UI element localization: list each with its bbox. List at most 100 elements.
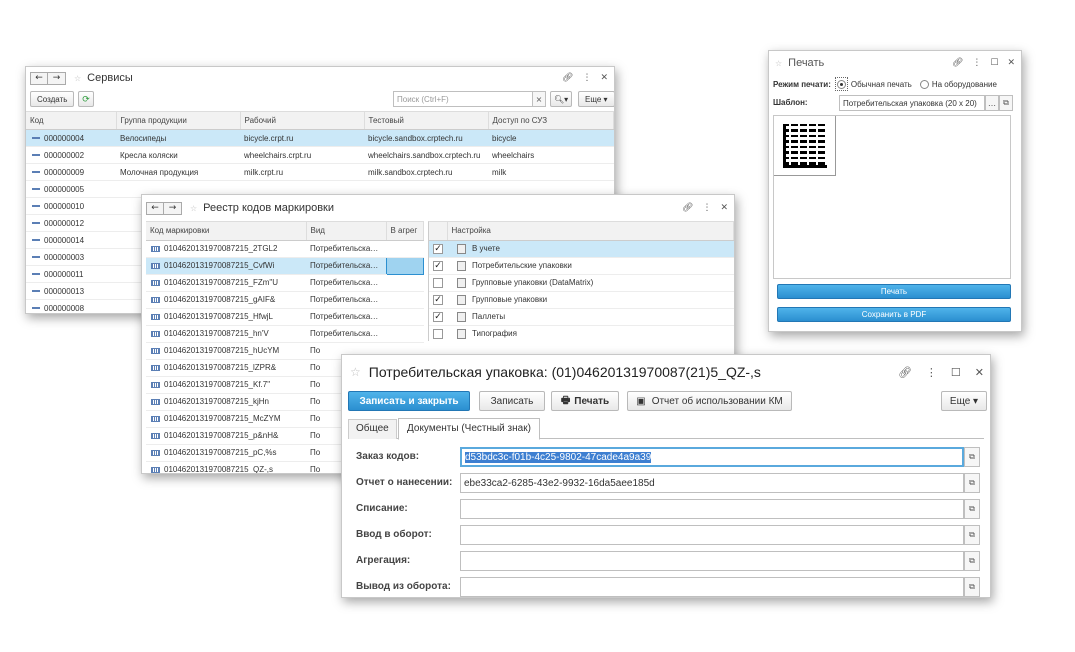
code-cell: 000000005 (26, 180, 116, 198)
close-icon[interactable]: ✕ (975, 366, 984, 379)
document-field[interactable]: d53bdc3c-f01b-4c25-9802-47cade4a9a39 (460, 447, 964, 467)
setting-checkbox[interactable]: ✓ (433, 243, 443, 254)
document-field[interactable]: ebe33ca2-6285-43e2-9932-16da5aee185d (460, 473, 964, 493)
open-field-icon[interactable]: ⧉ (964, 499, 980, 519)
marking-code-value: 0104620131970087215_hUcYM (164, 346, 280, 355)
create-button[interactable]: Создать (30, 91, 75, 107)
search-button[interactable]: 🔍︎▾ (550, 91, 573, 107)
close-icon[interactable]: ✕ (720, 203, 728, 213)
open-field-icon[interactable]: ⧉ (964, 447, 980, 467)
table-row[interactable]: 0104620131970087215_gAIF& Потребительская… (146, 291, 424, 309)
open-field-icon[interactable]: ⧉ (964, 551, 980, 571)
marking-code-value: 0104620131970087215_QZ-,s (164, 465, 273, 474)
setting-checkbox[interactable]: ✓ (433, 260, 443, 271)
maximize-icon[interactable]: ☐ (990, 58, 998, 68)
code-cell: 000000009 (26, 163, 116, 181)
document-field[interactable] (460, 499, 964, 519)
column-header[interactable]: Код (26, 111, 117, 130)
open-field-icon[interactable]: ⧉ (964, 473, 980, 493)
radio-device[interactable] (919, 79, 929, 89)
form-row: Ввод в оборот: ⧉ (342, 521, 990, 547)
column-header[interactable]: Доступ по СУЗ (488, 111, 614, 130)
star-icon[interactable]: ☆ (190, 204, 197, 213)
template-open-icon[interactable]: ⧉ (999, 95, 1013, 111)
forward-arrow-icon[interactable]: → (164, 201, 182, 215)
document-field[interactable] (460, 525, 964, 545)
save-pdf-button[interactable]: Сохранить в PDF (777, 307, 1011, 322)
forward-arrow-icon[interactable]: → (48, 71, 66, 85)
save-and-close-button[interactable]: Записать и закрыть (348, 391, 470, 411)
settings-row[interactable]: Типография (429, 325, 734, 341)
table-row[interactable]: 000000009 Молочная продукция milk.crpt.ru m… (26, 163, 614, 181)
search-input[interactable]: Поиск (Ctrl+F) (393, 91, 539, 107)
setting-checkbox[interactable]: ✓ (433, 311, 443, 322)
setting-label: Групповые упаковки (472, 294, 548, 304)
code-value: 000000010 (44, 201, 85, 211)
open-field-icon[interactable]: ⧉ (964, 525, 980, 545)
more-icon[interactable]: ⋮ (926, 366, 937, 379)
table-row[interactable]: 000000002 Кресла коляски wheelchairs.crpt.… (26, 146, 614, 164)
link-icon[interactable]: 🔗︎ (898, 366, 912, 379)
settings-row[interactable]: ✓ В учете (429, 240, 734, 258)
star-icon[interactable]: ☆ (350, 365, 361, 379)
table-row[interactable]: 000000004 Велосипеды bicycle.crpt.ru bicycl… (26, 129, 614, 147)
work-cell: bicycle.crpt.ru (240, 129, 364, 147)
close-icon[interactable]: ✕ (1007, 58, 1015, 68)
star-icon[interactable]: ☆ (74, 74, 81, 83)
column-header[interactable]: Вид (306, 222, 387, 241)
more-button[interactable]: Еще ▾ (578, 91, 614, 107)
save-button[interactable]: Записать (479, 391, 545, 411)
setting-checkbox[interactable] (433, 328, 443, 339)
radio-normal[interactable] (834, 77, 848, 91)
table-row[interactable]: 0104620131970087215_hn'V Потребительская … (146, 325, 424, 343)
document-field[interactable] (460, 551, 964, 571)
barcode-icon (151, 313, 160, 320)
table-row[interactable]: 0104620131970087215_HfwjL Потребительская… (146, 308, 424, 326)
more-icon[interactable]: ⋮ (582, 73, 591, 83)
table-row[interactable]: 0104620131970087215_2TGL2 Потребительская… (146, 240, 424, 258)
more-icon[interactable]: ⋮ (972, 58, 981, 68)
more-icon[interactable]: ⋮ (702, 203, 711, 213)
column-header[interactable]: Код маркировки (146, 222, 307, 241)
link-icon[interactable]: 🔗︎ (952, 58, 963, 68)
print-button[interactable]: 🖶︎ Печать (551, 391, 619, 411)
print-button[interactable]: Печать (777, 284, 1011, 299)
settings-row[interactable]: ✓ Потребительские упаковки (429, 257, 734, 275)
search-icon: 🔍︎▾ (554, 94, 569, 104)
close-icon[interactable]: ✕ (600, 73, 608, 83)
star-icon[interactable]: ☆ (775, 59, 782, 68)
link-icon[interactable]: 🔗︎ (562, 73, 573, 83)
tab-documents[interactable]: Документы (Честный знак) (398, 418, 540, 440)
back-arrow-icon[interactable]: ← (30, 71, 48, 85)
table-row[interactable]: 0104620131970087215_CvfWi Потребительская… (146, 256, 424, 275)
window-title: Потребительская упаковка: (01)0462013197… (368, 364, 761, 380)
settings-row[interactable]: Групповые упаковки (DataMatrix) (429, 274, 734, 292)
more-button[interactable]: Еще ▾ (941, 391, 987, 411)
setting-checkbox[interactable] (433, 277, 443, 288)
template-select-button[interactable]: … (985, 95, 999, 111)
settings-table: Настройка ✓ В учете ✓ Потребительские упако… (429, 222, 734, 341)
refresh-button[interactable]: ⟳ (78, 91, 94, 107)
column-header[interactable]: Рабочий (240, 111, 365, 130)
column-header[interactable]: В агрег (386, 222, 424, 241)
open-field-icon[interactable]: ⧉ (964, 577, 980, 597)
code-value: 000000002 (44, 150, 85, 160)
column-header[interactable]: Группа продукции (116, 111, 241, 130)
clear-search-icon[interactable]: × (532, 91, 546, 107)
column-header[interactable]: Тестовый (364, 111, 489, 130)
template-field[interactable]: Потребительская упаковка (20 х 20) (839, 95, 985, 111)
back-arrow-icon[interactable]: ← (146, 201, 164, 215)
report-button[interactable]: ▣ Отчет об использовании КМ (627, 391, 792, 411)
settings-row[interactable]: ✓ Паллеты (429, 308, 734, 326)
document-field[interactable] (460, 577, 964, 597)
code-value: 000000009 (44, 167, 85, 177)
setting-checkbox[interactable]: ✓ (433, 294, 443, 305)
tab-general[interactable]: Общее (348, 419, 397, 439)
settings-row[interactable]: ✓ Групповые упаковки (429, 291, 734, 309)
kind-cell: Потребительская ... (306, 291, 386, 309)
column-header[interactable]: Настройка (447, 222, 734, 241)
link-icon[interactable]: 🔗︎ (682, 203, 693, 213)
maximize-icon[interactable]: ☐ (951, 366, 961, 379)
table-row[interactable]: 0104620131970087215_FZm"U Потребительская… (146, 274, 424, 292)
marking-code-value: 0104620131970087215_kjHn (164, 397, 269, 406)
